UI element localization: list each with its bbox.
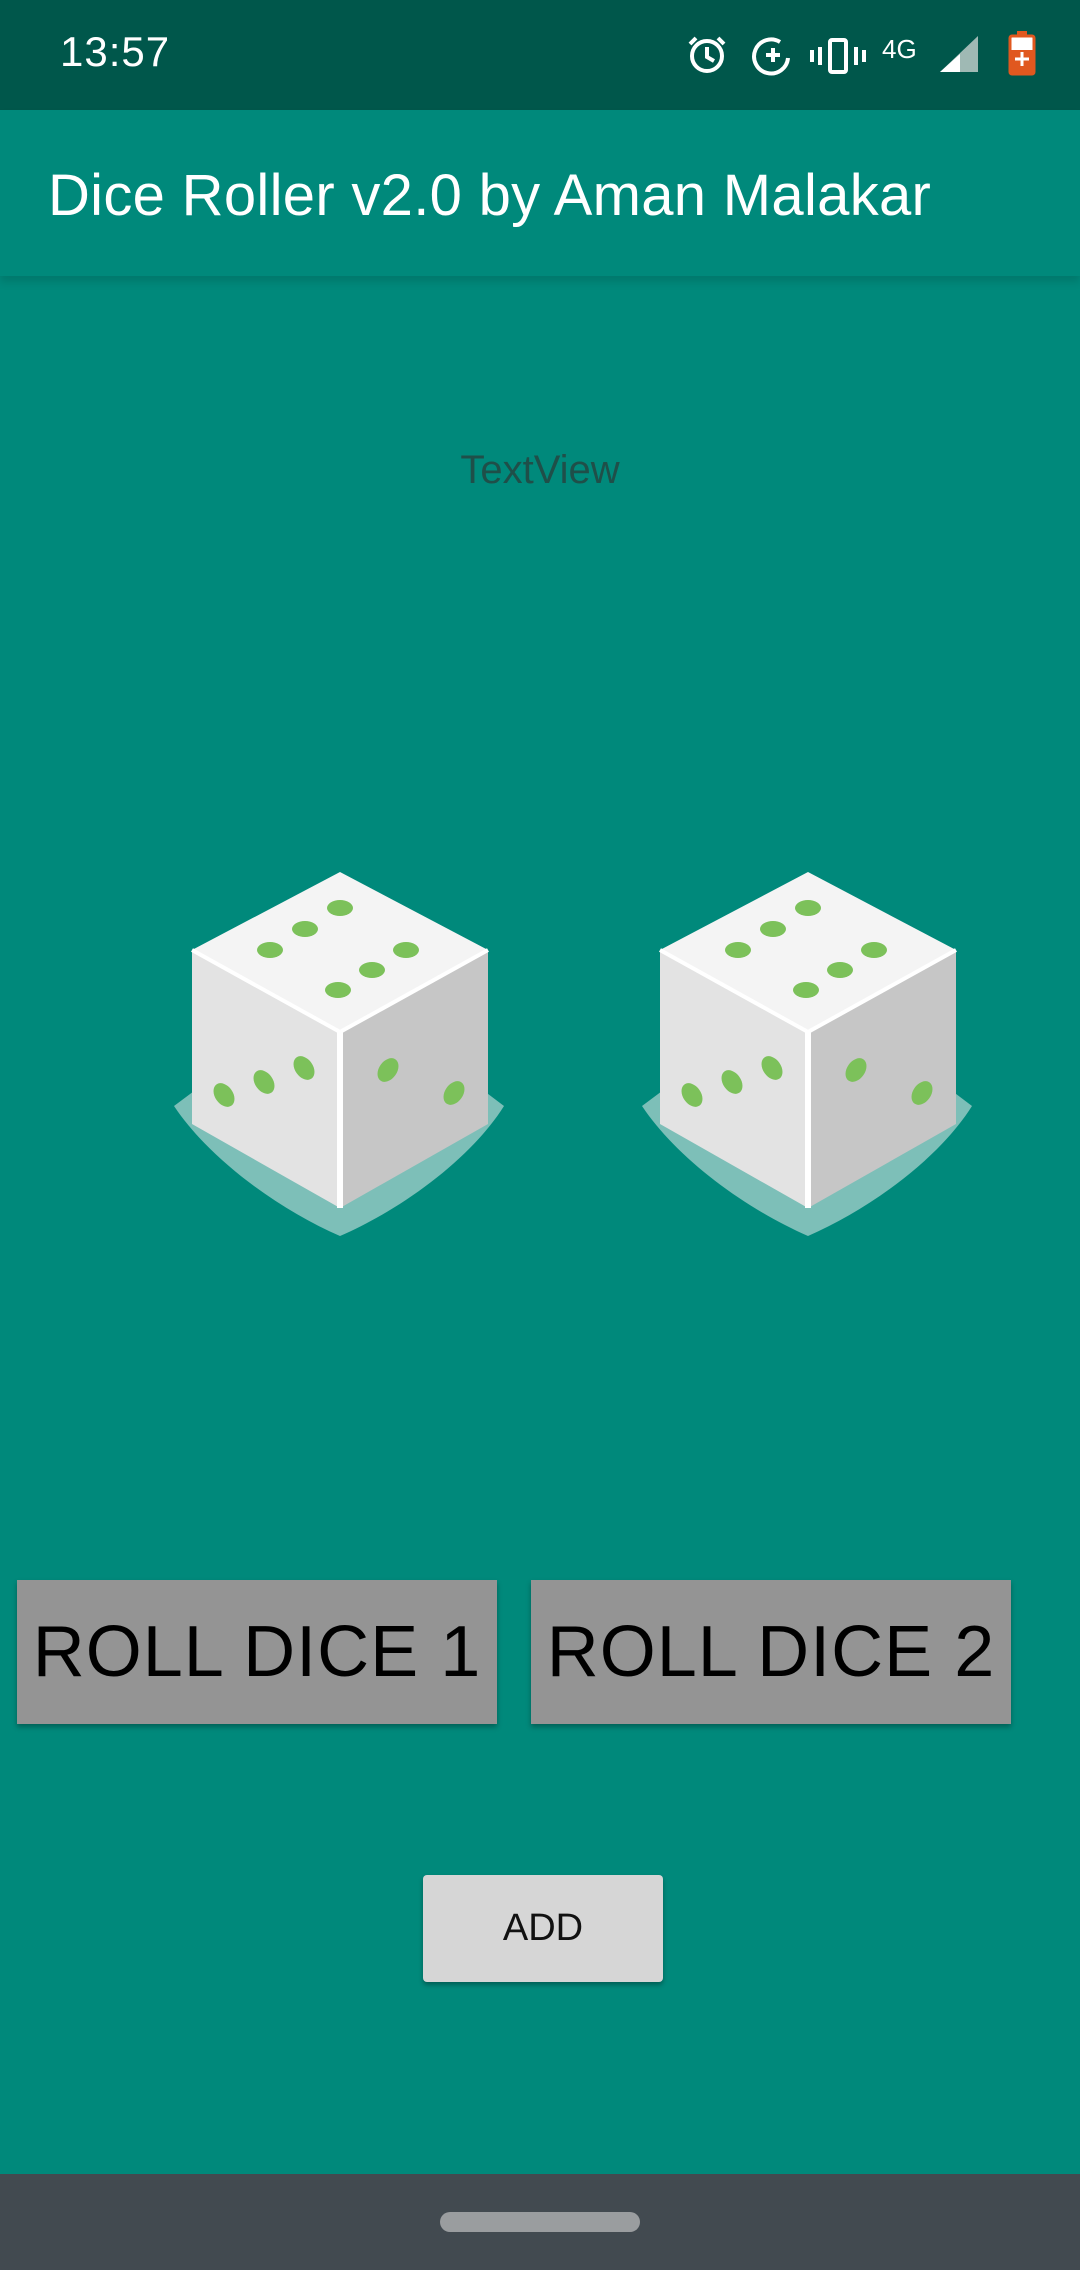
dice-1-image bbox=[174, 872, 504, 1236]
roll-dice-2-button[interactable]: ROLL DICE 2 bbox=[531, 1580, 1011, 1724]
app-title: Dice Roller v2.0 by Aman Malakar bbox=[48, 163, 932, 228]
battery-icon bbox=[1008, 31, 1036, 76]
dice-2-image bbox=[642, 872, 972, 1236]
alarm-icon bbox=[688, 36, 726, 73]
home-gesture-handle[interactable] bbox=[440, 2212, 640, 2232]
roll-dice-1-button[interactable]: ROLL DICE 1 bbox=[17, 1580, 497, 1724]
vibrate-icon bbox=[810, 38, 866, 74]
result-textview: TextView bbox=[460, 448, 620, 492]
data-saver-icon bbox=[752, 37, 790, 76]
navigation-bar bbox=[0, 2174, 1080, 2270]
status-bar: 13:57 4G bbox=[0, 0, 1080, 110]
add-button[interactable]: ADD bbox=[423, 1875, 663, 1982]
status-icons: 4G bbox=[660, 0, 1080, 110]
network-type: 4G bbox=[882, 34, 917, 64]
app-bar: Dice Roller v2.0 by Aman Malakar bbox=[0, 110, 1080, 276]
signal-icon bbox=[940, 36, 978, 72]
status-time: 13:57 bbox=[60, 28, 171, 75]
